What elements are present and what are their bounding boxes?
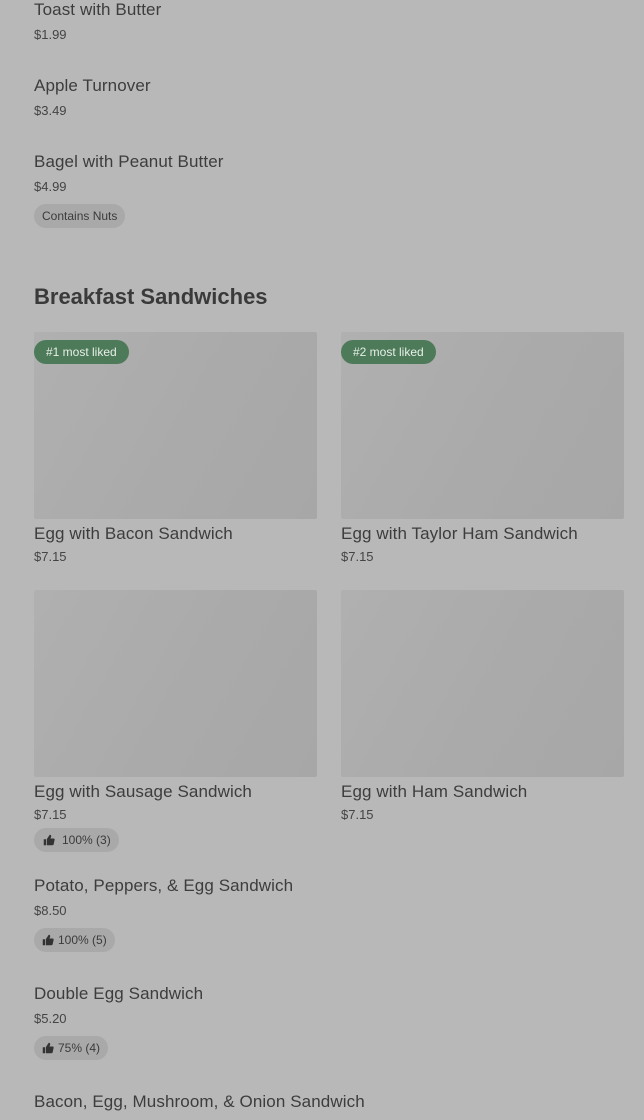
item-name: Egg with Ham Sandwich [341,782,528,801]
rating-text: 75% (4) [58,1041,101,1055]
item-price: $8.50 [34,903,67,918]
item-price: $7.15 [34,549,67,564]
rating-text: 100% (3) [62,833,111,847]
item-price: $7.15 [341,807,374,822]
item-name: Egg with Bacon Sandwich [34,524,233,543]
thumbs-up-icon [42,1042,54,1054]
item-price: $1.99 [34,27,67,42]
rating-pill: 100% (5) [34,928,115,952]
item-name: Egg with Taylor Ham Sandwich [341,524,578,543]
rating-pill: 100% (3) [34,828,119,852]
item-image [34,590,317,777]
section-title: Breakfast Sandwiches [34,284,268,309]
item-name: Bagel with Peanut Butter [34,152,224,171]
item-name: Bacon, Egg, Mushroom, & Onion Sandwich [34,1092,365,1111]
thumbs-up-icon [43,834,55,846]
most-liked-badge: #1 most liked [34,340,129,364]
rating-text: 100% (5) [58,933,107,947]
item-name: Toast with Butter [34,0,162,19]
item-price: $7.15 [34,807,67,822]
item-price: $7.15 [341,549,374,564]
item-image [341,590,624,777]
item-name: Potato, Peppers, & Egg Sandwich [34,876,294,895]
item-name: Apple Turnover [34,76,151,95]
item-name: Double Egg Sandwich [34,984,204,1003]
item-price: $5.20 [34,1011,67,1026]
item-price: $4.99 [34,179,67,194]
allergen-tag: Contains Nuts [34,204,126,228]
most-liked-badge: #2 most liked [341,340,436,364]
thumbs-up-icon [42,934,54,946]
item-price: $3.49 [34,103,67,118]
rating-pill: 75% (4) [34,1036,109,1060]
item-name: Egg with Sausage Sandwich [34,782,252,801]
